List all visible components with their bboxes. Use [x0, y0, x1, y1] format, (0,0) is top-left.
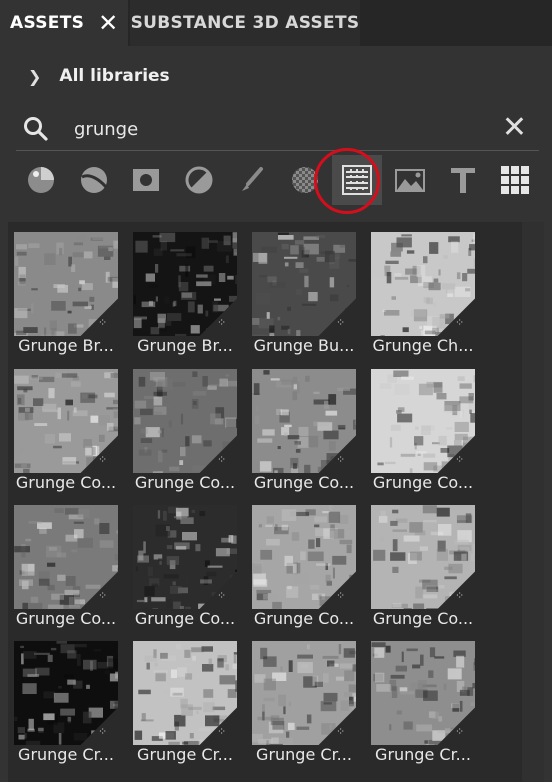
asset-label: Grunge Co... [372, 473, 474, 492]
substance-badge-icon: ⁘ [98, 453, 108, 466]
tab-substance-3d-assets[interactable]: SUBSTANCE 3D ASSETS [130, 0, 360, 46]
asset-label: Grunge Ch... [372, 336, 474, 355]
smart-material-icon[interactable] [69, 155, 119, 205]
substance-badge-icon: ⁘ [217, 589, 227, 602]
substance-badge-icon: ⁘ [336, 453, 346, 466]
search-input[interactable]: grunge [74, 119, 138, 140]
asset-item[interactable]: ⁘ Grunge Bu... [252, 232, 356, 368]
substance-badge-icon: ⁘ [336, 589, 346, 602]
tab-bar: ASSETS ✕ SUBSTANCE 3D ASSETS [0, 0, 552, 48]
substance-badge-icon: ⁘ [98, 316, 108, 329]
asset-item[interactable]: ⁘ Grunge Cr... [14, 641, 118, 777]
asset-item[interactable]: ⁘ Grunge Co... [252, 505, 356, 641]
asset-label: Grunge Co... [134, 473, 236, 492]
asset-label: Grunge Co... [372, 609, 474, 628]
asset-label: Grunge Co... [253, 609, 355, 628]
asset-label: Grunge Br... [18, 336, 114, 355]
tab-assets-label: ASSETS [10, 13, 85, 33]
scrollbar[interactable] [522, 222, 544, 782]
generator-icon[interactable] [174, 155, 224, 205]
asset-item[interactable]: ⁘ Grunge Co... [252, 369, 356, 505]
asset-label: Grunge Co... [134, 609, 236, 628]
asset-label: Grunge Co... [253, 473, 355, 492]
breadcrumb[interactable]: ❯ All libraries [28, 66, 170, 86]
substance-badge-icon: ⁘ [336, 725, 346, 738]
substance-badge-icon: ⁘ [98, 725, 108, 738]
environment-icon[interactable] [385, 155, 435, 205]
asset-label: Grunge Cr... [256, 745, 352, 764]
tab-substance-label: SUBSTANCE 3D ASSETS [130, 13, 360, 33]
asset-item[interactable]: ⁘ Grunge Co... [133, 369, 237, 505]
asset-label: Grunge Co... [15, 473, 117, 492]
asset-label: Grunge Co... [15, 609, 117, 628]
asset-item[interactable]: ⁘ Grunge Co... [371, 505, 475, 641]
text-icon[interactable] [438, 155, 488, 205]
asset-item[interactable]: ⁘ Grunge Br... [14, 232, 118, 368]
asset-item[interactable]: ⁘ Grunge Co... [14, 505, 118, 641]
material-ball-icon[interactable] [16, 155, 66, 205]
search-icon [16, 109, 56, 149]
asset-item[interactable]: ⁘ Grunge Br... [133, 232, 237, 368]
substance-badge-icon: ⁘ [217, 316, 227, 329]
highlight-circle [314, 148, 380, 214]
asset-label: Grunge Br... [137, 336, 233, 355]
asset-label: Grunge Cr... [137, 745, 233, 764]
substance-badge-icon: ⁘ [98, 589, 108, 602]
substance-badge-icon: ⁘ [217, 453, 227, 466]
search-bar: grunge ✕ [16, 108, 539, 151]
breadcrumb-label: All libraries [59, 66, 170, 86]
clear-search-icon[interactable]: ✕ [502, 110, 527, 146]
asset-item[interactable]: ⁘ Grunge Co... [133, 505, 237, 641]
grid-icon[interactable] [490, 155, 540, 205]
substance-badge-icon: ⁘ [336, 316, 346, 329]
brush-icon[interactable] [227, 155, 277, 205]
asset-label: Grunge Cr... [18, 745, 114, 764]
substance-badge-icon: ⁘ [455, 453, 465, 466]
asset-label: Grunge Cr... [375, 745, 471, 764]
substance-badge-icon: ⁘ [217, 725, 227, 738]
chevron-right-icon[interactable]: ❯ [28, 67, 41, 86]
asset-label: Grunge Bu... [253, 336, 355, 355]
asset-item[interactable]: ⁘ Grunge Cr... [252, 641, 356, 777]
substance-badge-icon: ⁘ [455, 589, 465, 602]
asset-item[interactable]: ⁘ Grunge Co... [14, 369, 118, 505]
asset-item[interactable]: ⁘ Grunge Cr... [371, 641, 475, 777]
close-icon[interactable]: ✕ [98, 11, 118, 35]
asset-item[interactable]: ⁘ Grunge Ch... [371, 232, 475, 368]
substance-badge-icon: ⁘ [455, 725, 465, 738]
asset-grid: ⁘ Grunge Br... ⁘ Grunge Br... ⁘ Grunge Bu... ⁘… [8, 222, 522, 782]
tab-assets[interactable]: ASSETS ✕ [0, 0, 128, 46]
filter-toolbar [14, 155, 544, 205]
asset-item[interactable]: ⁘ Grunge Cr... [133, 641, 237, 777]
mask-icon[interactable] [121, 155, 171, 205]
asset-item[interactable]: ⁘ Grunge Co... [371, 369, 475, 505]
substance-badge-icon: ⁘ [455, 316, 465, 329]
